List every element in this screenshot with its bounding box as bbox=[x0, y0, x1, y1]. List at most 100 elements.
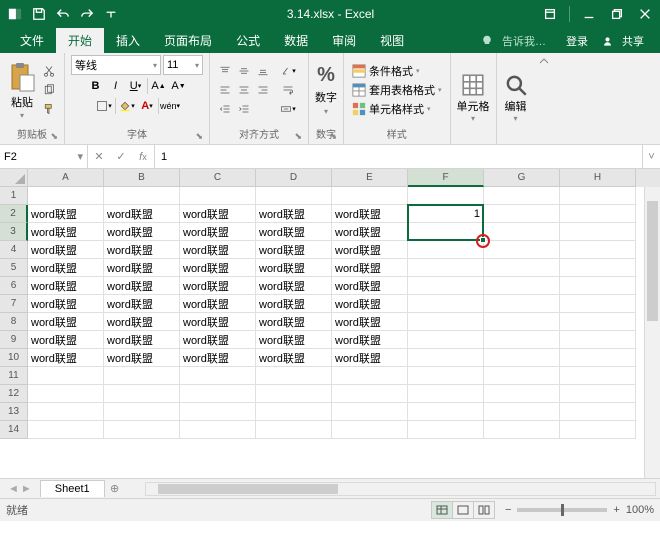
cell[interactable] bbox=[408, 241, 484, 259]
cell[interactable]: word联盟 bbox=[28, 259, 104, 277]
cell[interactable]: word联盟 bbox=[180, 241, 256, 259]
orientation-icon[interactable]: ▾ bbox=[274, 62, 302, 80]
cell[interactable] bbox=[484, 205, 560, 223]
cell[interactable] bbox=[408, 421, 484, 439]
cell[interactable] bbox=[408, 277, 484, 295]
column-header[interactable]: F bbox=[408, 169, 484, 187]
view-layout-icon[interactable] bbox=[452, 501, 474, 519]
cell[interactable] bbox=[332, 187, 408, 205]
tab-view[interactable]: 视图 bbox=[368, 28, 416, 53]
cell[interactable]: word联盟 bbox=[28, 313, 104, 331]
cell[interactable] bbox=[484, 385, 560, 403]
cell[interactable] bbox=[408, 349, 484, 367]
share-button[interactable]: 共享 bbox=[596, 29, 656, 53]
cell[interactable] bbox=[484, 277, 560, 295]
sheet-tab[interactable]: Sheet1 bbox=[40, 480, 105, 497]
cut-icon[interactable] bbox=[40, 62, 58, 80]
cancel-formula-icon[interactable]: ✕ bbox=[88, 150, 110, 163]
cell[interactable]: word联盟 bbox=[104, 241, 180, 259]
cell[interactable] bbox=[560, 421, 636, 439]
font-color-icon[interactable]: A▾ bbox=[138, 97, 156, 115]
cell[interactable] bbox=[560, 277, 636, 295]
merge-icon[interactable]: ▾ bbox=[274, 100, 302, 118]
close-icon[interactable] bbox=[634, 3, 656, 25]
zoom-out-icon[interactable]: − bbox=[505, 504, 511, 516]
cells-label[interactable]: 单元格 bbox=[457, 98, 490, 114]
cell[interactable]: word联盟 bbox=[104, 349, 180, 367]
cell[interactable] bbox=[104, 385, 180, 403]
zoom-in-icon[interactable]: + bbox=[613, 504, 619, 516]
row-header[interactable]: 14 bbox=[0, 421, 28, 439]
column-header[interactable]: E bbox=[332, 169, 408, 187]
collapse-ribbon-icon[interactable] bbox=[535, 53, 553, 143]
cell[interactable]: word联盟 bbox=[104, 295, 180, 313]
cell[interactable]: word联盟 bbox=[28, 223, 104, 241]
cell[interactable]: word联盟 bbox=[256, 205, 332, 223]
align-middle-icon[interactable] bbox=[235, 62, 253, 80]
decrease-font-icon[interactable]: A▼ bbox=[170, 77, 188, 95]
cell[interactable] bbox=[256, 367, 332, 385]
paste-icon[interactable] bbox=[6, 61, 38, 93]
cell[interactable] bbox=[408, 259, 484, 277]
expand-formula-icon[interactable]: ˅ bbox=[642, 145, 660, 168]
cell[interactable]: word联盟 bbox=[28, 205, 104, 223]
cell[interactable] bbox=[256, 421, 332, 439]
cell[interactable] bbox=[560, 223, 636, 241]
cell[interactable]: word联盟 bbox=[256, 223, 332, 241]
cell[interactable] bbox=[484, 421, 560, 439]
cell[interactable]: word联盟 bbox=[256, 313, 332, 331]
align-right-icon[interactable] bbox=[254, 81, 272, 99]
cell[interactable] bbox=[104, 187, 180, 205]
cell[interactable]: word联盟 bbox=[28, 295, 104, 313]
cell[interactable] bbox=[560, 349, 636, 367]
cell[interactable] bbox=[484, 313, 560, 331]
row-header[interactable]: 8 bbox=[0, 313, 28, 331]
decrease-indent-icon[interactable] bbox=[216, 100, 234, 118]
cells-icon[interactable] bbox=[460, 72, 486, 98]
cell[interactable] bbox=[104, 367, 180, 385]
row-header[interactable]: 12 bbox=[0, 385, 28, 403]
increase-font-icon[interactable]: A▲ bbox=[150, 77, 168, 95]
launcher-icon[interactable]: ⬊ bbox=[329, 131, 337, 142]
fx-icon[interactable]: fx bbox=[132, 151, 154, 163]
tab-review[interactable]: 审阅 bbox=[320, 28, 368, 53]
cell[interactable] bbox=[28, 367, 104, 385]
cell[interactable] bbox=[256, 385, 332, 403]
select-all-corner[interactable] bbox=[0, 169, 28, 187]
cell[interactable] bbox=[180, 403, 256, 421]
qat-redo-icon[interactable] bbox=[76, 3, 98, 25]
cell[interactable]: word联盟 bbox=[332, 277, 408, 295]
tab-home[interactable]: 开始 bbox=[56, 28, 104, 53]
cell[interactable]: word联盟 bbox=[256, 349, 332, 367]
percent-icon[interactable]: % bbox=[317, 64, 335, 87]
row-header[interactable]: 1 bbox=[0, 187, 28, 205]
formula-input[interactable]: 1 bbox=[155, 145, 642, 168]
cell[interactable] bbox=[408, 367, 484, 385]
cell[interactable] bbox=[560, 367, 636, 385]
accept-formula-icon[interactable]: ✓ bbox=[110, 150, 132, 163]
cell[interactable] bbox=[484, 259, 560, 277]
horizontal-scrollbar[interactable] bbox=[145, 482, 656, 496]
cell[interactable] bbox=[560, 295, 636, 313]
column-header[interactable]: A bbox=[28, 169, 104, 187]
tab-file[interactable]: 文件 bbox=[8, 28, 56, 53]
cell[interactable] bbox=[28, 187, 104, 205]
qat-customize-icon[interactable] bbox=[100, 3, 122, 25]
cell[interactable] bbox=[560, 259, 636, 277]
cell[interactable]: word联盟 bbox=[332, 349, 408, 367]
italic-button[interactable]: I bbox=[107, 77, 125, 95]
column-header[interactable]: B bbox=[104, 169, 180, 187]
cell[interactable] bbox=[256, 187, 332, 205]
zoom-level[interactable]: 100% bbox=[626, 504, 654, 516]
cell[interactable] bbox=[408, 223, 484, 241]
cell[interactable] bbox=[408, 403, 484, 421]
cell[interactable]: word联盟 bbox=[104, 277, 180, 295]
cell[interactable] bbox=[28, 385, 104, 403]
cell[interactable] bbox=[180, 187, 256, 205]
cell[interactable]: word联盟 bbox=[180, 349, 256, 367]
cell[interactable]: word联盟 bbox=[104, 259, 180, 277]
cell[interactable] bbox=[332, 367, 408, 385]
font-size-combo[interactable]: 11▾ bbox=[163, 55, 203, 75]
cell[interactable] bbox=[408, 331, 484, 349]
cell[interactable]: word联盟 bbox=[104, 205, 180, 223]
